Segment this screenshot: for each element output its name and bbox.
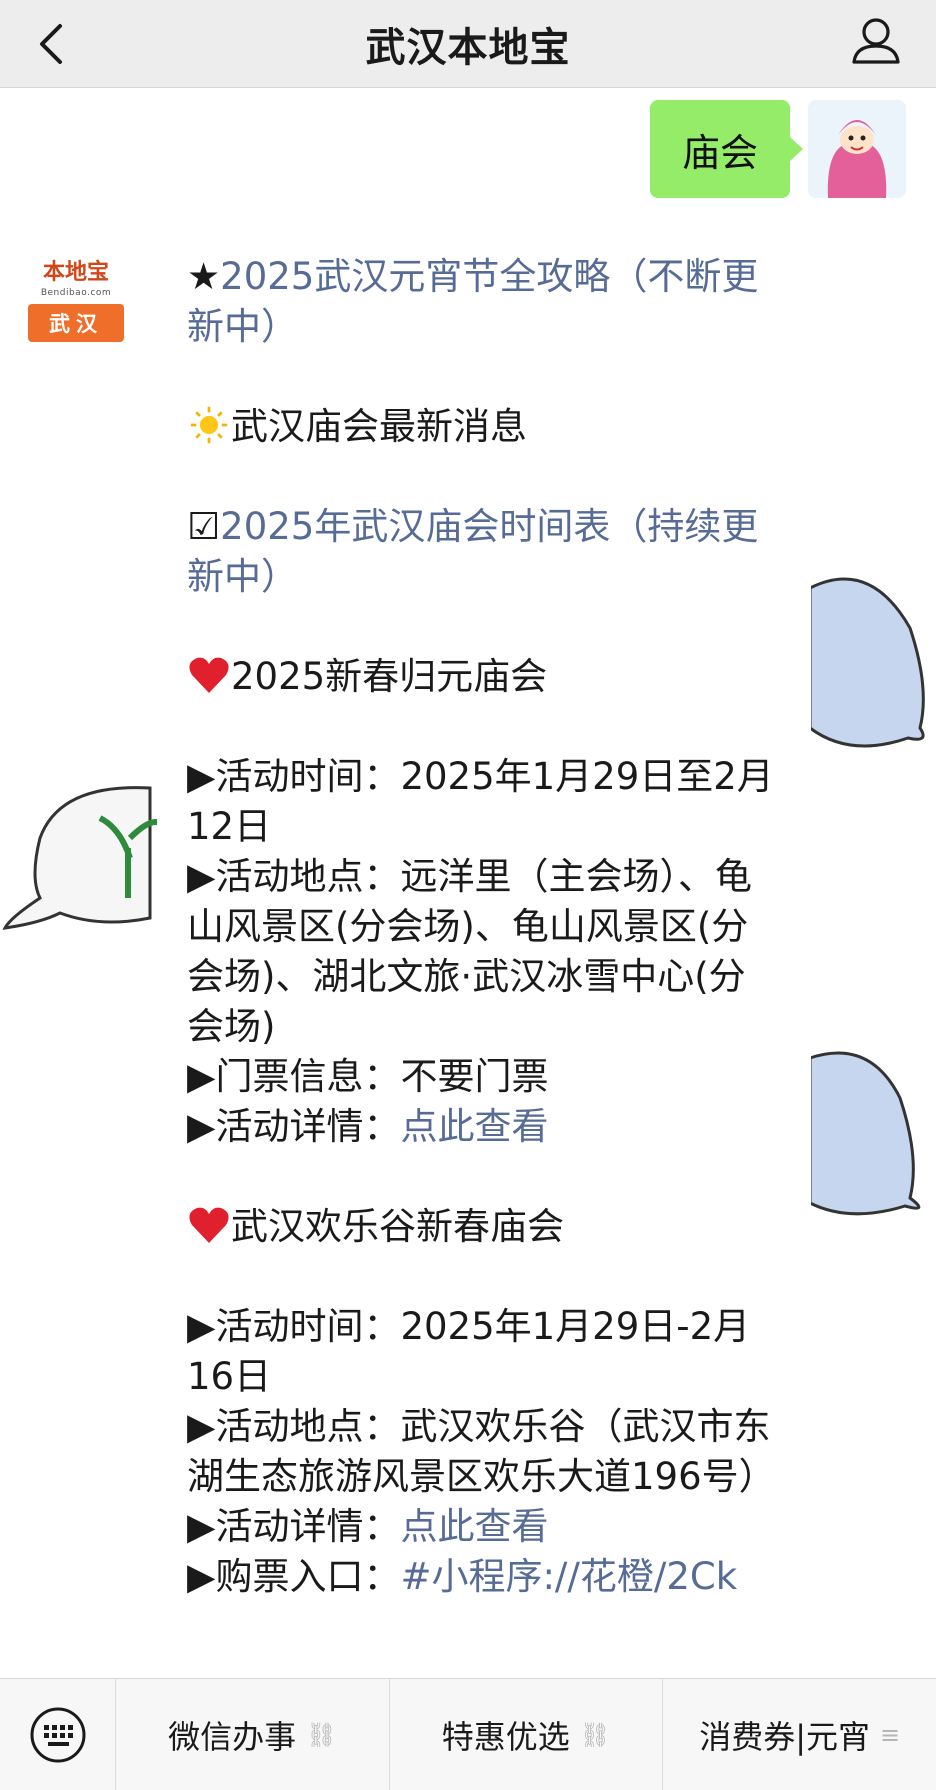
- event2-detail-link[interactable]: 点此查看: [400, 1505, 548, 1548]
- ghost-doodle-right-bottom: [808, 1051, 921, 1216]
- user-message-bubble[interactable]: 庙会: [649, 100, 804, 198]
- event2-title-line: 武汉欢乐谷新春庙会: [187, 1202, 781, 1252]
- event1-ticket: ▶门票信息：不要门票: [187, 1055, 549, 1098]
- event1-detail-link[interactable]: 点此查看: [400, 1105, 548, 1148]
- event2-time: ▶活动时间：2025年1月29日-2月16日: [187, 1305, 751, 1398]
- link-yuanxiao-guide[interactable]: 2025武汉元宵节全攻略（不断更新中）: [187, 255, 758, 348]
- reply-line-schedule: ☑2025年武汉庙会时间表（持续更新中）: [187, 502, 781, 602]
- list-icon: ≡: [880, 1720, 901, 1749]
- back-button[interactable]: [30, 14, 80, 74]
- event2-place: ▶活动地点：武汉欢乐谷（武汉市东湖生态旅游风景区欢乐大道196号）: [187, 1405, 776, 1498]
- event1-detail-line: ▶活动详情：点此查看: [187, 1102, 781, 1152]
- heart-icon: [189, 657, 229, 693]
- menu-item-label: 消费券|元宵: [699, 1717, 871, 1756]
- official-account-avatar[interactable]: 本地宝 Bendibao.com 武汉: [26, 248, 126, 348]
- user-avatar[interactable]: [808, 100, 906, 198]
- event1-place: ▶活动地点：远洋里（主会场）、龟山风景区(分会场)、龟山风景区(分会场)、湖北文…: [187, 855, 752, 1048]
- keyboard-icon: [30, 1707, 85, 1762]
- chevron-left-icon: [40, 24, 62, 64]
- logo-city: 武汉: [28, 304, 124, 342]
- reply-line-news: 武汉庙会最新消息: [187, 402, 781, 452]
- heart-icon: [189, 1207, 229, 1243]
- event2-detail-line: ▶活动详情：点此查看: [187, 1502, 781, 1552]
- logo-text: 本地宝: [42, 259, 109, 285]
- news-text: 武汉庙会最新消息: [231, 405, 527, 448]
- ghost-doodle-left: [2, 786, 160, 930]
- cartoon-avatar-icon: [808, 100, 906, 198]
- menu-item-wechat-services[interactable]: 微信办事 ⛓: [116, 1679, 390, 1790]
- sun-icon: [190, 406, 228, 444]
- profile-button[interactable]: [846, 12, 906, 74]
- link-schedule[interactable]: 2025年武汉庙会时间表（持续更新中）: [187, 505, 758, 598]
- link-icon: ⛓: [306, 1720, 337, 1749]
- event2-detail-label: ▶活动详情：: [187, 1505, 401, 1548]
- link-icon: ⛓: [579, 1720, 611, 1749]
- menu-item-coupons[interactable]: 消费券|元宵 ≡: [663, 1679, 936, 1790]
- event1-detail-label: ▶活动详情：: [187, 1105, 401, 1148]
- bottom-menu-bar: 微信办事 ⛓ 特惠优选 ⛓ 消费券|元宵 ≡: [0, 1678, 936, 1790]
- event1-title-line: 2025新春归元庙会: [187, 652, 781, 702]
- reply-message-bubble[interactable]: ★2025武汉元宵节全攻略（不断更新中） 武汉庙会最新消息 ☑2025年武汉庙会…: [157, 246, 811, 1678]
- reply-line-yuanxiao: ★2025武汉元宵节全攻略（不断更新中）: [187, 252, 781, 352]
- event1-time: ▶活动时间：2025年1月29日至2月12日: [187, 755, 774, 848]
- checkbox-icon: ☑: [187, 505, 221, 548]
- star-icon: ★: [187, 255, 221, 298]
- user-icon: [852, 18, 900, 64]
- event2-title: 武汉欢乐谷新春庙会: [231, 1205, 564, 1248]
- ghost-doodle-right-top: [808, 577, 925, 748]
- logo-domain: Bendibao.com: [40, 288, 112, 298]
- menu-item-label: 微信办事: [168, 1717, 297, 1756]
- navigation-bar: 武汉本地宝: [0, 0, 936, 88]
- keyboard-toggle-button[interactable]: [0, 1679, 116, 1790]
- page-title: 武汉本地宝: [365, 24, 571, 71]
- menu-item-label: 特惠优选: [441, 1717, 570, 1756]
- event2-buy-label: ▶购票入口：: [187, 1555, 401, 1598]
- user-message-text: 庙会: [681, 130, 758, 175]
- chat-area[interactable]: 庙会 本地宝 Bendibao.com 武汉 ★2025武汉元宵节全攻略（不断更…: [0, 88, 936, 1678]
- event2-buy-link[interactable]: #小程序://花橙/2Ck: [400, 1555, 737, 1598]
- event2-buy-line: ▶购票入口：#小程序://花橙/2Ck: [187, 1552, 781, 1602]
- menu-item-deals[interactable]: 特惠优选 ⛓: [390, 1679, 664, 1790]
- event1-title: 2025新春归元庙会: [231, 655, 548, 698]
